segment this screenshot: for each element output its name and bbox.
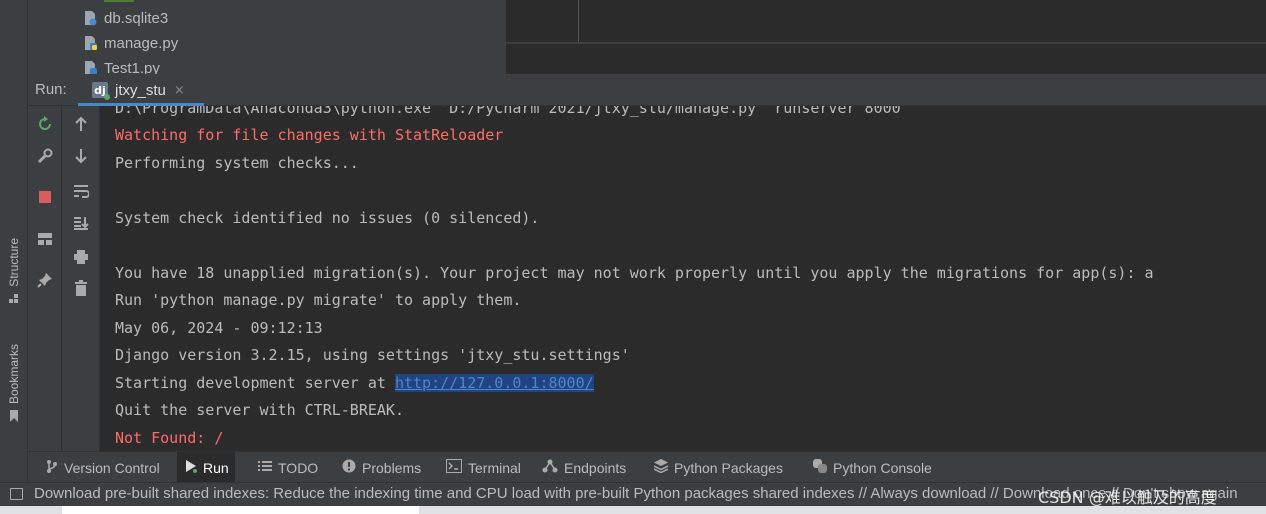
tab-label: Problems [362,459,422,476]
structure-icon [9,293,19,303]
console-line-datetime: May 06, 2024 - 09:12:13 [115,319,323,337]
console-line-no-issues: System check identified no issues (0 sil… [115,209,540,227]
branch-icon [46,459,58,476]
run-icon [185,459,197,476]
server-url-link[interactable]: http://127.0.0.1:8000/ [394,374,594,392]
run-panel-label: Run: [35,81,67,98]
tab-label: Version Control [64,459,160,476]
tree-item-label: Test1.py [104,59,160,75]
tree-item-test1-py[interactable]: Test1.py [82,57,160,74]
scroll-to-end-button[interactable] [62,212,99,236]
soft-wrap-button[interactable] [62,180,99,204]
console-line-not-found: Not Found: / [115,429,224,447]
tab-python-packages[interactable]: Python Packages [650,452,787,483]
pin-tab-button[interactable] [28,270,61,294]
console-line-system-checks: Performing system checks... [115,154,359,172]
next-occurrence-button[interactable] [62,146,99,170]
background-window [62,506,419,514]
tab-version-control[interactable]: Version Control [42,452,164,483]
run-console-output[interactable]: D:\ProgramData\Anaconda3\python.exe "D:/… [100,106,1266,451]
tree-item-label: manage.py [104,34,179,52]
notification-window-icon[interactable] [10,488,23,500]
soft-wrap-icon [73,183,90,202]
layout-icon [37,231,53,250]
scroll-to-end-icon [73,215,89,234]
tab-label: Python Packages [674,459,783,476]
modify-run-config-button[interactable] [28,146,61,170]
run-config-tab[interactable]: dj jtxy_stu × [78,74,204,106]
left-tool-strip: Structure Bookmarks [0,0,28,482]
console-line-quit-server: Quit the server with CTRL-BREAK. [115,401,404,419]
project-tree: db.sqlite3 manage.py Test1.py [28,0,506,74]
editor-area[interactable] [506,0,1266,74]
tab-label: Run [203,459,229,476]
tree-item-label: db.sqlite3 [104,9,169,27]
tab-label: Endpoints [564,459,627,476]
console-line-django-version: Django version 3.2.15, using settings 'j… [115,346,630,364]
structure-tool-tab[interactable]: Structure [4,238,24,303]
tab-python-console[interactable]: Python Console [809,452,936,483]
close-icon[interactable]: × [174,83,185,98]
tool-window-bar: Version Control Run TODO Problems Termin… [28,451,1266,483]
pin-icon [36,272,53,292]
bookmarks-tab-label: Bookmarks [7,344,21,405]
tab-problems[interactable]: Problems [338,452,425,483]
structure-tab-label: Structure [7,238,21,287]
trash-icon [74,280,88,300]
list-icon [258,460,272,475]
tab-terminal[interactable]: Terminal [442,452,525,483]
tree-item-db-sqlite3[interactable]: db.sqlite3 [82,7,168,29]
tab-run[interactable]: Run [177,452,235,483]
editor-separator [506,42,1266,44]
console-line-watching: Watching for file changes with StatReloa… [115,126,504,144]
run-toolbar-primary [28,106,62,451]
arrow-down-icon [74,148,88,168]
tab-todo[interactable]: TODO [254,452,322,483]
bookmarks-tool-tab[interactable]: Bookmarks [4,344,24,423]
clear-all-button[interactable] [62,278,99,302]
print-button[interactable] [62,246,99,270]
rerun-icon [37,116,53,136]
watermark: CSDN @难以触及的高度 [1038,488,1217,507]
console-line-starting-server: Starting development server at http://12… [115,374,594,392]
endpoints-icon [542,459,558,476]
tab-label: Terminal [468,459,521,476]
run-tab-name: jtxy_stu [115,81,166,99]
django-icon: dj [92,82,110,100]
info-icon [342,459,356,476]
stop-icon [38,189,52,208]
db-file-icon [82,10,98,26]
console-line-command: D:\ProgramData\Anaconda3\python.exe "D:/… [115,106,901,117]
stop-button[interactable] [28,186,61,210]
editor-gutter-divider [578,0,579,42]
bookmark-icon [9,410,19,423]
console-line-migrations: You have 18 unapplied migration(s). Your… [115,264,1154,282]
starting-server-text: Starting development server at [115,374,395,392]
layout-button[interactable] [28,228,61,252]
terminal-icon [446,459,462,476]
tab-label: Python Console [833,459,932,476]
console-line-run-migrate: Run 'python manage.py migrate' to apply … [115,291,522,309]
run-tool-window-header: Run: dj jtxy_stu × [28,74,1266,106]
previous-occurrence-button[interactable] [62,114,99,138]
background-window-strip [0,506,1266,514]
python-file-icon [82,60,98,74]
tab-endpoints[interactable]: Endpoints [538,452,630,483]
print-icon [73,249,89,268]
tree-item-partial [104,0,134,2]
wrench-icon [37,148,53,168]
python-file-icon [82,35,98,51]
tree-item-manage-py[interactable]: manage.py [82,32,178,54]
run-toolbar-secondary [62,106,100,451]
python-console-icon [813,459,827,476]
rerun-button[interactable] [28,114,61,138]
packages-icon [653,459,669,476]
tab-label: TODO [278,459,319,476]
arrow-up-icon [74,116,88,136]
